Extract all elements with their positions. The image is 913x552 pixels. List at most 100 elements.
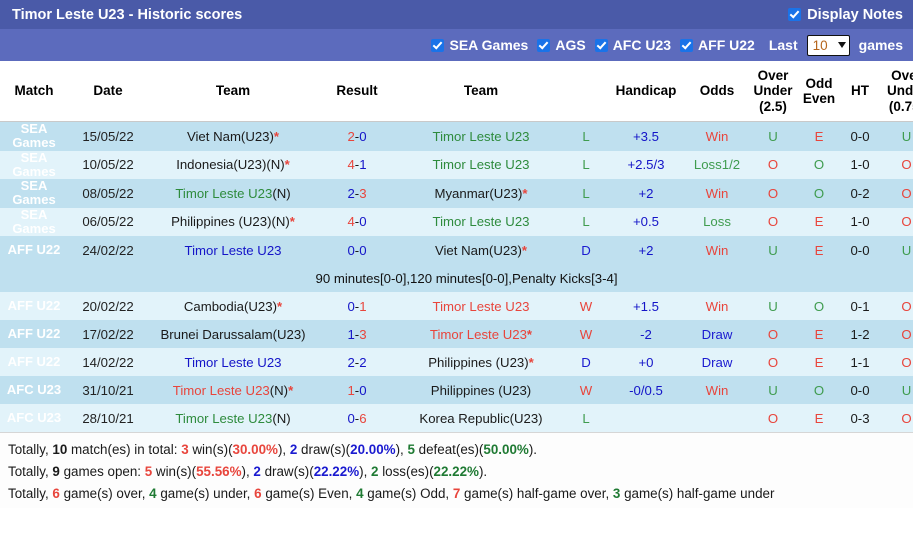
- filter-checkbox-0[interactable]: [431, 38, 445, 52]
- table-row[interactable]: AFF U22 17/02/22 Brunei Darussalam(U23) 1-3…: [0, 320, 913, 349]
- cell-date: 10/05/22: [68, 150, 148, 180]
- cell-over-under-075: O: [880, 207, 913, 237]
- cell-ht: 0-0: [840, 376, 880, 405]
- display-notes-toggle[interactable]: Display Notes: [788, 7, 903, 23]
- cell-team-home: Brunei Darussalam(U23): [148, 320, 318, 349]
- cell-match[interactable]: AFF U22: [0, 320, 68, 349]
- cell-match[interactable]: SEA Games: [0, 150, 68, 180]
- cell-team-away: Timor Leste U23: [396, 207, 566, 237]
- cell-odds: Win: [686, 292, 748, 321]
- display-notes-checkbox[interactable]: [788, 8, 802, 21]
- cell-over-under-25: O: [748, 320, 798, 349]
- cell-over-under-075: O: [880, 292, 913, 321]
- table-row[interactable]: AFC U23 31/10/21 Timor Leste U23(N)* 1-0 Phi…: [0, 376, 913, 405]
- header-ou25-line3: (2.5): [759, 98, 787, 114]
- cell-match[interactable]: AFC U23: [0, 376, 68, 405]
- summary-segment: game(s) Even,: [261, 485, 357, 501]
- table-row[interactable]: SEA Games 08/05/22 Timor Leste U23(N) 2-3 My…: [0, 179, 913, 208]
- header-ou25-line2: Under: [753, 83, 793, 99]
- cell-handicap: -2: [606, 320, 686, 349]
- summary-segment: 2: [253, 464, 261, 480]
- cell-date: 14/02/22: [68, 348, 148, 377]
- table-row[interactable]: SEA Games 10/05/22 Indonesia(U23)(N)* 4-1 Ti…: [0, 150, 913, 180]
- table-row[interactable]: SEA Games 15/05/22 Viet Nam(U23)* 2-0 Timor …: [0, 121, 913, 151]
- cell-odds: Draw: [686, 348, 748, 377]
- header-ht[interactable]: HT: [840, 61, 880, 122]
- cell-team-home: Timor Leste U23(N): [148, 179, 318, 208]
- summary-segment: game(s) half-game under: [620, 485, 775, 501]
- table-row[interactable]: AFF U22 14/02/22 Timor Leste U23 2-2 Philipp…: [0, 348, 913, 377]
- cell-team-home: Philippines (U23)(N)*: [148, 207, 318, 237]
- table-row[interactable]: SEA Games 06/05/22 Philippines (U23)(N)* 4-…: [0, 207, 913, 237]
- summary-line-3: Totally, 6 game(s) over, 4 game(s) under…: [8, 483, 905, 505]
- table-row[interactable]: AFF U22 20/02/22 Cambodia(U23)* 0-1 Timor Le…: [0, 292, 913, 321]
- last-games-select[interactable]: 10: [806, 34, 850, 56]
- header-result[interactable]: Result: [318, 61, 396, 122]
- filter-checkbox-3[interactable]: [680, 38, 694, 52]
- filter-checkbox-2[interactable]: [594, 38, 608, 52]
- filter-label-3: AFF U22: [698, 37, 755, 53]
- summary-segment: Totally,: [8, 485, 53, 501]
- summary-line-1: Totally, 10 match(es) in total: 3 win(s)…: [8, 439, 905, 461]
- cell-result: 1-3: [318, 320, 396, 349]
- games-label: games: [858, 37, 903, 53]
- cell-handicap: +1.5: [606, 292, 686, 321]
- cell-match[interactable]: SEA Games: [0, 179, 68, 208]
- summary-segment: game(s) Odd,: [363, 485, 453, 501]
- header-ou075-line3: (0.75): [888, 98, 913, 114]
- header-odds[interactable]: Odds: [686, 61, 748, 122]
- cell-odds: Win: [686, 179, 748, 208]
- filter-aff-u22[interactable]: AFF U22: [680, 37, 755, 53]
- cell-over-under-25: O: [748, 179, 798, 208]
- cell-win-loss: L: [566, 150, 606, 180]
- cell-result: 0-6: [318, 404, 396, 433]
- cell-match[interactable]: AFC U23: [0, 404, 68, 433]
- cell-odd-even: E: [798, 320, 840, 349]
- cell-match[interactable]: AFF U22: [0, 236, 68, 265]
- table-row[interactable]: AFC U23 28/10/21 Timor Leste U23(N) 0-6 Kore…: [0, 404, 913, 433]
- cell-match[interactable]: AFF U22: [0, 292, 68, 321]
- cell-match[interactable]: SEA Games: [0, 207, 68, 237]
- header-ou075-line1: Over: [891, 68, 913, 84]
- cell-odds: Win: [686, 376, 748, 405]
- cell-handicap: [606, 404, 686, 433]
- filter-sea-games[interactable]: SEA Games: [431, 37, 528, 53]
- cell-date: 28/10/21: [68, 404, 148, 433]
- cell-win-loss: L: [566, 404, 606, 433]
- cell-odds: Loss: [686, 207, 748, 237]
- table-row[interactable]: AFF U22 24/02/22 Timor Leste U23 0-0 Viet Na…: [0, 236, 913, 265]
- summary-segment: draw(s)(: [297, 442, 351, 458]
- filter-bar: SEA Games AGS AFC U23 AFF U22 Last 10 games: [0, 29, 913, 61]
- cell-match[interactable]: SEA Games: [0, 121, 68, 151]
- cell-match[interactable]: AFF U22: [0, 348, 68, 377]
- header-handicap[interactable]: Handicap: [606, 61, 686, 122]
- header-match[interactable]: Match: [0, 61, 68, 122]
- cell-over-under-075: U: [880, 376, 913, 405]
- header-ou25-line1: Over: [757, 68, 789, 84]
- header-over-under-25[interactable]: Over Under (2.5): [748, 61, 798, 122]
- summary-segment: 5: [407, 442, 415, 458]
- summary-segment: game(s) half-game over,: [460, 485, 613, 501]
- filter-afc-u23[interactable]: AFC U23: [594, 37, 671, 53]
- filter-checkbox-1[interactable]: [537, 38, 551, 52]
- header-over-under-075[interactable]: Over Under (0.75): [880, 61, 913, 122]
- cell-ht: 0-1: [840, 292, 880, 321]
- header-odd-even[interactable]: Odd Even: [798, 61, 840, 122]
- summary-segment: ),: [277, 442, 290, 458]
- cell-team-away: Timor Leste U23: [396, 121, 566, 151]
- cell-over-under-25: O: [748, 207, 798, 237]
- header-date[interactable]: Date: [68, 61, 148, 122]
- header-team-home[interactable]: Team: [148, 61, 318, 122]
- cell-team-home: Viet Nam(U23)*: [148, 121, 318, 151]
- cell-over-under-25: U: [748, 121, 798, 151]
- header-team-away[interactable]: Team: [396, 61, 566, 122]
- cell-result: 4-1: [318, 150, 396, 180]
- summary-segment: loss(es)(: [378, 464, 434, 480]
- cell-result: 4-0: [318, 207, 396, 237]
- historic-scores-table: Match Date Team Result Team Handicap Odd…: [0, 61, 913, 433]
- filter-ags[interactable]: AGS: [537, 37, 586, 53]
- summary-segment: ),: [359, 464, 372, 480]
- summary-segment: 9: [52, 464, 60, 480]
- historic-scores-app: Timor Leste U23 - Historic scores Displa…: [0, 0, 913, 552]
- summary-segment: ),: [241, 464, 254, 480]
